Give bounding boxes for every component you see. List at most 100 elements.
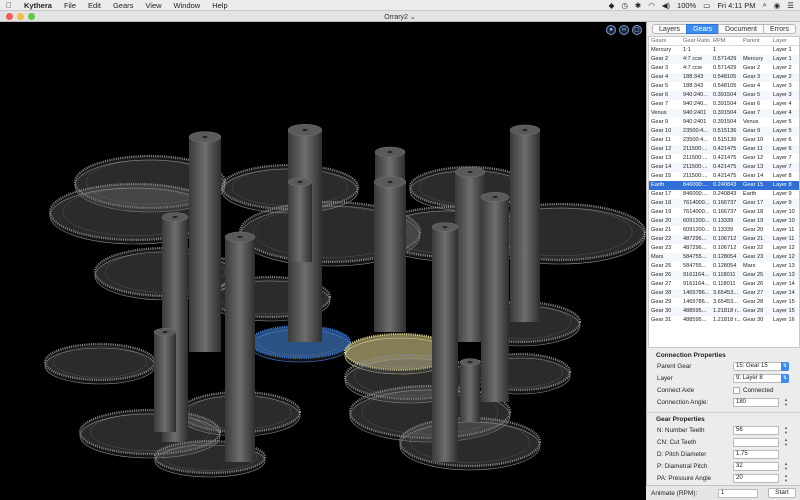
tab-gears[interactable]: Gears <box>685 24 719 34</box>
clock[interactable]: Fri 4:11 PM <box>717 1 755 10</box>
cell-layer: Layer 15 <box>773 308 795 314</box>
cell-gear-ratio: 1465786... <box>683 290 710 296</box>
column-header-rpm[interactable]: RPM <box>711 37 741 45</box>
table-row[interactable]: Gear 14 211500:... 0.421475 Gear 13 Layer 7 <box>649 163 799 172</box>
table-row[interactable]: Gear 27 9161164... 0.118011 Gear 26 Layer 14 <box>649 280 799 289</box>
menu-gears[interactable]: Gears <box>107 1 139 10</box>
cell-gear: Gear 26 <box>651 272 672 278</box>
column-header-layer[interactable]: Layer <box>771 37 799 45</box>
user-icon[interactable]: ◉ <box>774 1 781 10</box>
table-row[interactable]: Gear 25 584755... 0.128054 Mars Layer 13 <box>649 262 799 271</box>
cell-layer: Layer 4 <box>773 101 792 107</box>
tab-layers[interactable]: Layers <box>651 24 686 34</box>
cell-parent: Mercury <box>743 56 764 62</box>
table-row[interactable]: Gear 31 488595... 1.21818 r... Gear 30 Layer… <box>649 316 799 325</box>
table-row[interactable]: Gear 9 940:2401 0.391504 Venus Layer 5 <box>649 118 799 127</box>
tab-errors[interactable]: Errors <box>762 24 797 34</box>
battery-percent[interactable]: 100% <box>677 1 696 10</box>
table-row[interactable]: Gear 28 1465786... 3.65453... Gear 27 Layer … <box>649 289 799 298</box>
table-row[interactable]: Gear 20 6091200... 0.13339 Gear 19 Layer 10 <box>649 217 799 226</box>
fullscreen-icon[interactable]: ▢ <box>632 25 642 35</box>
start-button[interactable]: Start <box>768 488 796 498</box>
cell-rpm: 0.571429 <box>713 65 737 71</box>
volume-icon[interactable]: ◀) <box>662 1 670 10</box>
table-row[interactable]: Mercury 1:1 1 Layer 1 <box>649 46 799 55</box>
cell-gear: Gear 19 <box>651 209 672 215</box>
gear-table[interactable]: Gears Gear Ratio RPM Parent Layer Mercur… <box>648 36 800 348</box>
dropbox-icon[interactable]: ◆ <box>609 1 615 10</box>
table-row[interactable]: Gear 12 211500:... 0.421475 Gear 11 Layer 6 <box>649 145 799 154</box>
table-row[interactable]: Gear 17 846000:... 0.240843 Earth Layer 9 <box>649 190 799 199</box>
menu-help[interactable]: Help <box>206 1 233 10</box>
table-row[interactable]: Gear 2 4:7 ccw 0.571429 Mercury Layer 1 <box>649 55 799 64</box>
window-title[interactable]: Orrary2 ⌄ <box>0 13 800 21</box>
layer-value: 9: Layer 8 <box>736 375 763 381</box>
cell-rpm: 0.391504 <box>713 92 737 98</box>
table-row[interactable]: Gear 5 188:343 0.548105 Gear 4 Layer 3 <box>649 82 799 91</box>
menu-file[interactable]: File <box>58 1 82 10</box>
menu-app-name[interactable]: Kythera <box>18 1 58 10</box>
cell-gear-ratio: 846000:... <box>683 191 708 197</box>
table-row[interactable]: Gear 29 1465786... 3.65453... Gear 28 Layer … <box>649 298 799 307</box>
number-teeth-stepper[interactable]: ▲ ▼ <box>783 425 789 435</box>
pitch-diameter-input[interactable]: 1.75 <box>733 450 779 459</box>
table-row[interactable]: Earth 846000:... 0.240843 Gear 15 Layer 8 <box>649 181 799 190</box>
cell-rpm: 0.166737 <box>713 209 737 215</box>
connect-axle-label: Connect Axle <box>657 387 695 394</box>
menu-edit[interactable]: Edit <box>82 1 107 10</box>
table-row[interactable]: Gear 18 7614000... 0.166737 Gear 17 Layer 9 <box>649 199 799 208</box>
connected-checkbox[interactable] <box>733 387 740 394</box>
table-row[interactable]: Gear 6 940:240... 0.391504 Gear 5 Layer 3 <box>649 91 799 100</box>
cell-parent: Gear 5 <box>743 92 761 98</box>
search-icon[interactable]: ⌕ <box>763 0 767 10</box>
table-row[interactable]: Gear 15 211500:... 0.421475 Gear 14 Layer 8 <box>649 172 799 181</box>
wifi-icon[interactable]: ◠ <box>648 1 655 10</box>
gear-3d-viewport[interactable]: ● ∞ ▢ <box>0 22 646 500</box>
table-row[interactable]: Gear 19 7614000... 0.166737 Gear 18 Layer 10 <box>649 208 799 217</box>
cell-parent: Gear 4 <box>743 83 761 89</box>
connection-angle-input[interactable]: 180 <box>733 398 779 407</box>
cell-parent: Gear 25 <box>743 272 764 278</box>
column-header-gears[interactable]: Gears <box>649 37 681 45</box>
table-row[interactable]: Gear 26 9161164... 0.118011 Gear 25 Layer 13 <box>649 271 799 280</box>
column-header-gear-ratio[interactable]: Gear Ratio <box>681 37 711 45</box>
column-header-parent[interactable]: Parent <box>741 37 771 45</box>
parent-gear-select[interactable]: 15: Gear 15 ⇅ <box>733 362 789 371</box>
diametral-pitch-stepper[interactable]: ▲ ▼ <box>783 461 789 471</box>
notification-center-icon[interactable]: ☰ <box>787 1 794 10</box>
table-row[interactable]: Gear 4 188:343 0.548105 Gear 3 Layer 2 <box>649 73 799 82</box>
battery-icon[interactable]: ▭ <box>703 1 710 10</box>
cell-parent: Earth <box>743 191 757 197</box>
table-row[interactable]: Gear 22 487296... 0.106712 Gear 21 Layer 11 <box>649 235 799 244</box>
table-row[interactable]: Gear 3 4:7 ccw 0.571429 Gear 2 Layer 2 <box>649 64 799 73</box>
cut-teeth-stepper[interactable]: ▲ ▼ <box>783 437 789 447</box>
table-row[interactable]: Gear 30 488595... 1.21818 r... Gear 29 Layer… <box>649 307 799 316</box>
number-teeth-input[interactable]: 56 <box>733 426 779 435</box>
connection-angle-stepper[interactable]: ▲ ▼ <box>783 397 789 407</box>
menu-view[interactable]: View <box>139 1 167 10</box>
table-row[interactable]: Gear 7 940:240... 0.391504 Gear 6 Layer 4 <box>649 100 799 109</box>
animate-rpm-input[interactable]: 1 <box>718 489 758 498</box>
link-icon[interactable]: ∞ <box>619 25 629 35</box>
time-machine-icon[interactable]: ◷ <box>621 1 628 10</box>
cell-gear: Gear 12 <box>651 146 672 152</box>
cell-rpm: 1.21818 r... <box>713 317 741 323</box>
table-row[interactable]: Gear 13 211500:... 0.421475 Gear 12 Layer 7 <box>649 154 799 163</box>
table-row[interactable]: Gear 21 6091200... 0.13339 Gear 20 Layer 11 <box>649 226 799 235</box>
layer-select[interactable]: 9: Layer 8 ⇅ <box>733 374 789 383</box>
menu-window[interactable]: Window <box>168 1 207 10</box>
cut-teeth-input[interactable] <box>733 438 779 447</box>
table-row[interactable]: Gear 11 23500:4... 0.515136 Gear 10 Layer 6 <box>649 136 799 145</box>
table-row[interactable]: Gear 10 23500:4... 0.515136 Gear 9 Layer 5 <box>649 127 799 136</box>
orbit-icon[interactable]: ● <box>606 25 616 35</box>
table-row[interactable]: Mars 584755... 0.128054 Gear 23 Layer 12 <box>649 253 799 262</box>
bluetooth-icon[interactable]: ✱ <box>635 1 641 10</box>
table-row[interactable]: Gear 23 487296... 0.106712 Gear 22 Layer 12 <box>649 244 799 253</box>
table-row[interactable]: Venus 940:2401 0.391504 Gear 7 Layer 4 <box>649 109 799 118</box>
apple-icon[interactable]:  <box>0 1 18 10</box>
diametral-pitch-input[interactable]: 32 <box>733 462 779 471</box>
pressure-angle-input[interactable]: 20 <box>733 474 779 483</box>
tab-document[interactable]: Document <box>718 24 763 34</box>
cell-parent: Gear 10 <box>743 137 764 143</box>
pressure-angle-stepper[interactable]: ▲ ▼ <box>783 473 789 483</box>
